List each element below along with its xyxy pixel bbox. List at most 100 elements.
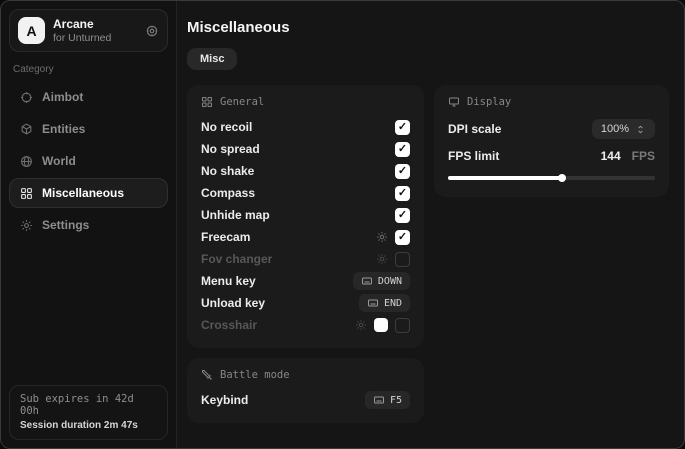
main-content: Miscellaneous Misc General (177, 1, 684, 448)
grid-icon (20, 187, 33, 200)
crosshair-settings-gear-icon[interactable] (355, 319, 367, 331)
keyboard-icon (373, 394, 385, 406)
setting-row-battle-keybind: Keybind F5 (201, 389, 410, 411)
app-logo: A (18, 17, 45, 44)
setting-row-fps-limit: FPS limit 144 FPS (448, 146, 655, 166)
menu-key-binding[interactable]: DOWN (353, 272, 410, 290)
key-value: F5 (390, 395, 402, 406)
sidebar: A Arcane for Unturned Category (1, 1, 177, 448)
unhide-map-checkbox[interactable]: ✓ (395, 208, 410, 223)
setting-row-compass: Compass ✓ (201, 182, 410, 204)
general-panel-header: General (201, 96, 410, 108)
setting-label: Menu key (201, 274, 256, 288)
sidebar-item-label: Settings (42, 218, 89, 232)
no-recoil-checkbox[interactable]: ✓ (395, 120, 410, 135)
crosshair-icon (20, 91, 33, 104)
sidebar-item-label: World (42, 154, 76, 168)
setting-label: Unload key (201, 296, 265, 310)
display-panel: Display DPI scale 100% (434, 85, 669, 197)
fov-changer-settings-gear-icon[interactable] (376, 253, 388, 265)
display-panel-title: Display (467, 96, 511, 108)
key-value: END (384, 298, 402, 309)
sidebar-nav: Aimbot Entities World (9, 82, 168, 240)
setting-label: Compass (201, 186, 255, 200)
setting-label: No shake (201, 164, 254, 178)
freecam-checkbox[interactable]: ✓ (395, 230, 410, 245)
crosshair-checkbox[interactable]: ✓ (395, 318, 410, 333)
setting-row-no-recoil: No recoil ✓ (201, 116, 410, 138)
layout-grid-icon (201, 96, 213, 108)
gear-icon (20, 219, 33, 232)
app-logo-letter: A (26, 23, 36, 39)
fps-limit-unit: FPS (632, 149, 655, 163)
setting-label: FPS limit (448, 149, 499, 163)
battle-mode-panel-header: Battle mode (201, 369, 410, 381)
sword-icon (201, 369, 213, 381)
unload-key-binding[interactable]: END (359, 294, 410, 312)
setting-row-crosshair: Crosshair ✓ (201, 314, 410, 336)
setting-label: Fov changer (201, 252, 272, 266)
no-shake-checkbox[interactable]: ✓ (395, 164, 410, 179)
freecam-settings-gear-icon[interactable] (376, 231, 388, 243)
sub-expiry-text: Sub expires in 42d 00h (20, 393, 157, 417)
scan-icon[interactable] (145, 24, 159, 38)
setting-label: Keybind (201, 393, 248, 407)
key-value: DOWN (378, 276, 402, 287)
left-column: General No recoil ✓ No spread ✓ No shake… (187, 85, 424, 423)
tab-bar: Misc (187, 48, 669, 70)
setting-row-fov-changer: Fov changer ✓ (201, 248, 410, 270)
sidebar-item-world[interactable]: World (9, 146, 168, 176)
monitor-icon (448, 96, 460, 108)
category-label: Category (13, 64, 164, 75)
panel-columns: General No recoil ✓ No spread ✓ No shake… (187, 85, 669, 423)
setting-row-dpi-scale: DPI scale 100% (448, 116, 655, 142)
slider-fill (448, 176, 562, 180)
dpi-scale-value: 100% (601, 123, 629, 135)
app-header-card: A Arcane for Unturned (9, 9, 168, 52)
setting-label: Crosshair (201, 318, 257, 332)
no-spread-checkbox[interactable]: ✓ (395, 142, 410, 157)
page-title: Miscellaneous (187, 19, 669, 36)
setting-label: DPI scale (448, 122, 501, 136)
setting-row-unhide-map: Unhide map ✓ (201, 204, 410, 226)
battle-keybind-binding[interactable]: F5 (365, 391, 410, 409)
subscription-status-card: Sub expires in 42d 00h Session duration … (9, 385, 168, 440)
fov-changer-checkbox[interactable]: ✓ (395, 252, 410, 267)
fps-limit-slider[interactable] (448, 171, 655, 185)
app-subtitle: for Unturned (53, 32, 111, 44)
app-title-block: Arcane for Unturned (53, 17, 111, 44)
sidebar-item-entities[interactable]: Entities (9, 114, 168, 144)
setting-label: No spread (201, 142, 260, 156)
general-panel-title: General (220, 96, 264, 108)
session-duration-text: Session duration 2m 47s (20, 420, 157, 431)
crosshair-color-swatch[interactable] (374, 318, 388, 332)
sidebar-item-label: Entities (42, 122, 85, 136)
setting-label: No recoil (201, 120, 252, 134)
sidebar-spacer (9, 240, 168, 385)
chevrons-up-down-icon (635, 124, 646, 135)
tab-misc[interactable]: Misc (187, 48, 237, 70)
cube-icon (20, 123, 33, 136)
setting-row-unload-key: Unload key END (201, 292, 410, 314)
battle-mode-panel: Battle mode Keybind F5 (187, 358, 424, 423)
display-panel-header: Display (448, 96, 655, 108)
battle-mode-panel-title: Battle mode (220, 369, 290, 381)
setting-label: Unhide map (201, 208, 270, 222)
setting-row-no-spread: No spread ✓ (201, 138, 410, 160)
slider-thumb[interactable] (558, 174, 566, 182)
general-panel: General No recoil ✓ No spread ✓ No shake… (187, 85, 424, 348)
right-column: Display DPI scale 100% (434, 85, 669, 197)
keyboard-icon (367, 297, 379, 309)
setting-row-freecam: Freecam ✓ (201, 226, 410, 248)
app-name: Arcane (53, 17, 111, 31)
dpi-scale-select[interactable]: 100% (592, 119, 655, 139)
globe-icon (20, 155, 33, 168)
sidebar-item-label: Miscellaneous (42, 186, 124, 200)
setting-row-no-shake: No shake ✓ (201, 160, 410, 182)
sidebar-item-aimbot[interactable]: Aimbot (9, 82, 168, 112)
sidebar-item-miscellaneous[interactable]: Miscellaneous (9, 178, 168, 208)
keyboard-icon (361, 275, 373, 287)
compass-checkbox[interactable]: ✓ (395, 186, 410, 201)
sidebar-item-settings[interactable]: Settings (9, 210, 168, 240)
sidebar-item-label: Aimbot (42, 90, 83, 104)
